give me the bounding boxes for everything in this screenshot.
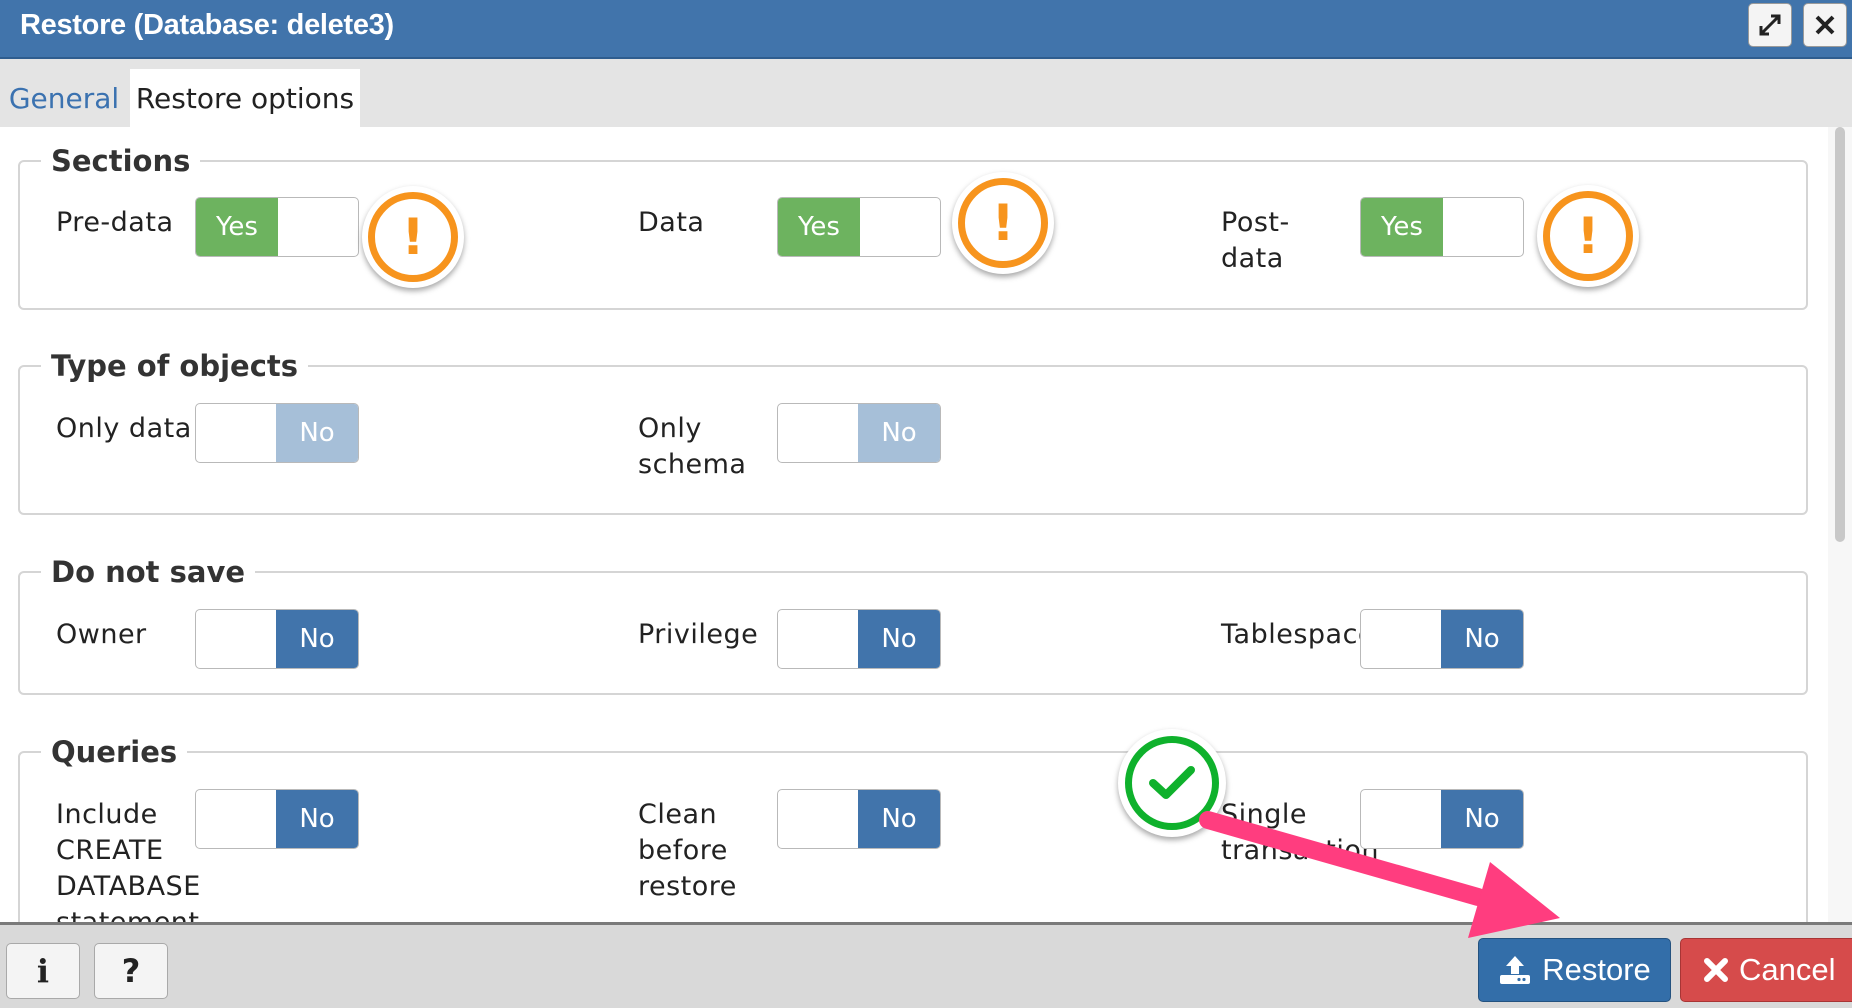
privilege-label: Privilege bbox=[638, 619, 759, 650]
label-line: data bbox=[1221, 243, 1284, 274]
cancel-label: Cancel bbox=[1739, 952, 1836, 987]
upload-icon bbox=[1500, 956, 1531, 984]
clean-before-restore-label: Clean before restore bbox=[638, 797, 737, 905]
warning-icon: ! bbox=[1537, 185, 1639, 287]
include-create-database-label: Include CREATE DATABASE statement bbox=[56, 797, 201, 922]
warning-icon: ! bbox=[362, 186, 464, 288]
label-line: restore bbox=[638, 871, 737, 902]
pre-data-label: Pre-data bbox=[56, 207, 174, 238]
help-icon: ? bbox=[121, 952, 141, 990]
queries-legend: Queries bbox=[51, 735, 178, 769]
label-line: statement bbox=[56, 905, 201, 922]
single-transaction-label: Single transaction bbox=[1221, 797, 1379, 869]
post-data-label: Post- data bbox=[1221, 205, 1290, 277]
dialog-footer: i ? Restore Cancel bbox=[0, 922, 1852, 1008]
info-button[interactable]: i bbox=[6, 943, 80, 999]
include-create-database-toggle[interactable]: No bbox=[195, 789, 359, 849]
owner-label: Owner bbox=[56, 619, 147, 650]
toggle-yes: Yes bbox=[196, 198, 278, 256]
tablespace-toggle[interactable]: No bbox=[1360, 609, 1524, 669]
restore-button[interactable]: Restore bbox=[1478, 938, 1671, 1002]
tab-bar: General Restore options bbox=[0, 59, 1852, 127]
label-line: DATABASE bbox=[56, 871, 201, 902]
clean-before-restore-toggle[interactable]: No bbox=[777, 789, 941, 849]
maximize-icon bbox=[1759, 14, 1781, 36]
label-line: transaction bbox=[1221, 835, 1380, 866]
label-line: Clean bbox=[638, 799, 718, 830]
label-line: Include bbox=[56, 799, 158, 830]
close-icon bbox=[1815, 15, 1835, 35]
help-button[interactable]: ? bbox=[94, 943, 168, 999]
toggle-no: No bbox=[1441, 610, 1523, 668]
maximize-button[interactable] bbox=[1748, 3, 1792, 47]
sections-legend: Sections bbox=[51, 144, 191, 178]
checkmark-icon bbox=[1118, 729, 1226, 837]
label-line: Post- bbox=[1221, 207, 1290, 238]
cancel-button[interactable]: Cancel bbox=[1680, 938, 1852, 1002]
type-of-objects-legend: Type of objects bbox=[51, 349, 299, 383]
tablespace-label: Tablespace bbox=[1221, 619, 1376, 650]
do-not-save-legend: Do not save bbox=[51, 555, 246, 589]
pre-data-toggle[interactable]: Yes bbox=[195, 197, 359, 257]
label-line: Only bbox=[638, 413, 702, 444]
info-icon: i bbox=[36, 952, 50, 990]
restore-options-panel: Sections Pre-data Yes Data Yes Post- dat… bbox=[0, 127, 1826, 922]
data-toggle[interactable]: Yes bbox=[777, 197, 941, 257]
label-line: before bbox=[638, 835, 728, 866]
only-schema-toggle[interactable]: No bbox=[777, 403, 941, 463]
scrollbar-thumb[interactable] bbox=[1835, 127, 1845, 542]
toggle-yes: Yes bbox=[778, 198, 860, 256]
toggle-no: No bbox=[858, 404, 940, 462]
restore-label: Restore bbox=[1542, 952, 1651, 987]
x-icon bbox=[1704, 958, 1728, 982]
dialog-title-bar: Restore (Database: delete3) bbox=[0, 0, 1852, 59]
label-line: schema bbox=[638, 449, 747, 480]
only-data-toggle[interactable]: No bbox=[195, 403, 359, 463]
post-data-toggle[interactable]: Yes bbox=[1360, 197, 1524, 257]
toggle-no: No bbox=[1441, 790, 1523, 848]
single-transaction-toggle[interactable]: No bbox=[1360, 789, 1524, 849]
tab-restore-options[interactable]: Restore options bbox=[130, 69, 360, 127]
owner-toggle[interactable]: No bbox=[195, 609, 359, 669]
toggle-yes: Yes bbox=[1361, 198, 1443, 256]
vertical-scrollbar[interactable] bbox=[1828, 127, 1852, 922]
close-button[interactable] bbox=[1803, 3, 1847, 47]
toggle-no: No bbox=[276, 610, 358, 668]
only-schema-label: Only schema bbox=[638, 411, 746, 483]
checkmark-glyph bbox=[1149, 766, 1195, 799]
data-label: Data bbox=[638, 207, 705, 238]
toggle-no: No bbox=[276, 404, 358, 462]
only-data-label: Only data bbox=[56, 413, 192, 444]
toggle-no: No bbox=[858, 790, 940, 848]
toggle-no: No bbox=[858, 610, 940, 668]
warning-icon: ! bbox=[952, 172, 1054, 274]
label-line: CREATE bbox=[56, 835, 164, 866]
dialog-title: Restore (Database: delete3) bbox=[20, 9, 394, 41]
tab-general[interactable]: General bbox=[0, 69, 128, 127]
label-line: Single bbox=[1221, 799, 1308, 830]
toggle-no: No bbox=[276, 790, 358, 848]
privilege-toggle[interactable]: No bbox=[777, 609, 941, 669]
